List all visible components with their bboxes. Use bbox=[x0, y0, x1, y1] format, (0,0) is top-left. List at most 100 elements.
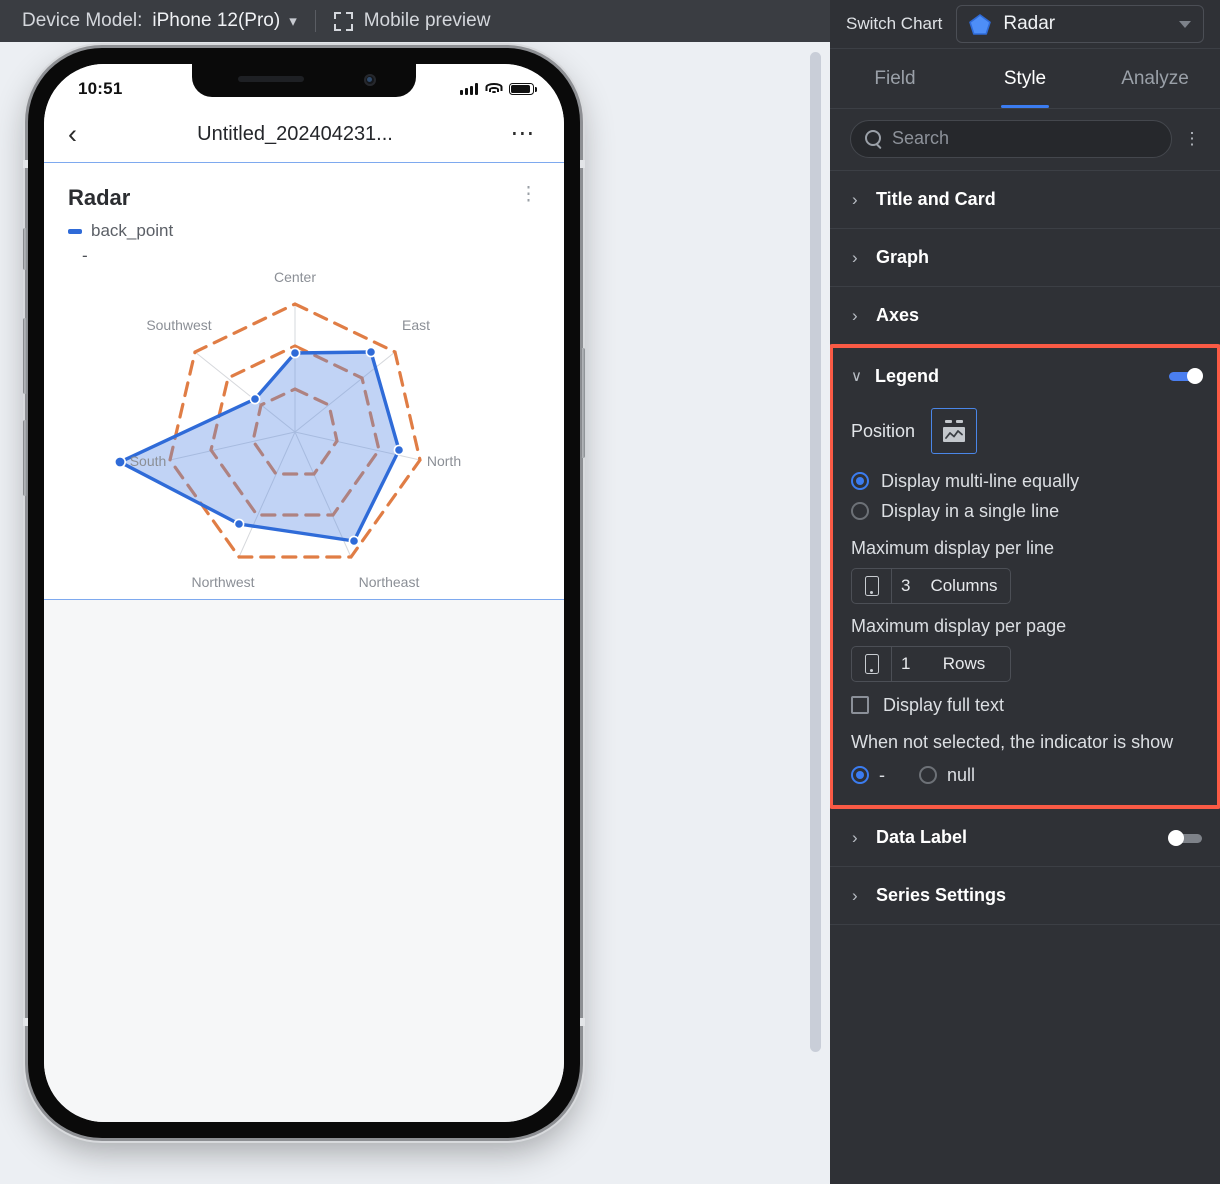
device-toolbar: Device Model: iPhone 12(Pro) ▾ Mobile pr… bbox=[0, 0, 830, 42]
columns-value[interactable]: 3 bbox=[892, 576, 926, 596]
section-label: Axes bbox=[876, 305, 920, 325]
toolbar-divider bbox=[314, 10, 316, 32]
chart-type-select[interactable]: Radar bbox=[956, 5, 1204, 43]
columns-unit: Columns bbox=[930, 576, 998, 595]
search-icon bbox=[865, 130, 882, 147]
settings-panel: Switch Chart Radar Field Style Analyze S… bbox=[830, 0, 1220, 1184]
mobile-preview-label[interactable]: Mobile preview bbox=[364, 10, 491, 32]
cellular-signal-icon bbox=[460, 83, 478, 95]
tab-field[interactable]: Field bbox=[830, 49, 960, 108]
svg-text:Northwest: Northwest bbox=[191, 574, 254, 590]
back-chevron-icon[interactable]: ‹ bbox=[68, 120, 94, 148]
chevron-down-icon: ∨ bbox=[851, 368, 862, 385]
chevron-down-icon[interactable]: ▾ bbox=[289, 14, 297, 29]
mobile-preview-pane: Device Model: iPhone 12(Pro) ▾ Mobile pr… bbox=[0, 0, 830, 1184]
chevron-right-icon: › bbox=[852, 305, 858, 325]
section-axes[interactable]: › Axes bbox=[830, 287, 1220, 345]
svg-text:Center: Center bbox=[274, 269, 316, 285]
display-full-text-checkbox[interactable] bbox=[851, 696, 869, 714]
antenna-band bbox=[580, 160, 585, 168]
section-label: Data Label bbox=[876, 827, 968, 847]
mobile-preview-icon bbox=[333, 11, 353, 31]
svg-text:Southwest: Southwest bbox=[146, 317, 211, 333]
switch-chart-label: Switch Chart bbox=[846, 14, 943, 33]
svg-text:North: North bbox=[427, 453, 461, 469]
legend-section-body: Position Display multi-line equally Disp… bbox=[833, 404, 1217, 805]
antenna-band bbox=[580, 1018, 585, 1026]
section-label: Legend bbox=[875, 365, 940, 386]
search-row: Search ⋮ bbox=[830, 109, 1220, 171]
scrollbar-thumb[interactable] bbox=[810, 52, 821, 1052]
card-header: Radar ⋮ bbox=[44, 163, 564, 211]
chevron-right-icon: › bbox=[852, 189, 858, 209]
legend-marker-icon bbox=[68, 228, 82, 234]
section-series-settings[interactable]: › Series Settings bbox=[830, 867, 1220, 925]
settings-tabs: Field Style Analyze bbox=[830, 49, 1220, 109]
max-per-page-label: Maximum display per page bbox=[851, 616, 1067, 636]
columns-stepper[interactable]: 3 Columns bbox=[851, 568, 1011, 604]
report-body: Radar ⋮ back_point - Center East North N… bbox=[44, 162, 564, 1122]
phone-frame: 10:51 ‹ Untitled_202404231... ⋯ Radar ⋮ … bbox=[23, 48, 585, 1138]
radio-button-selected[interactable] bbox=[851, 472, 869, 490]
device-model-label: Device Model: bbox=[22, 10, 143, 31]
radar-series-area bbox=[118, 350, 401, 543]
section-title-and-card[interactable]: › Title and Card bbox=[830, 171, 1220, 229]
power-button bbox=[581, 348, 585, 458]
data-label-toggle[interactable] bbox=[1168, 829, 1202, 846]
section-data-label[interactable]: › Data Label bbox=[830, 809, 1220, 867]
radar-chart-card[interactable]: Radar ⋮ back_point - Center East North N… bbox=[44, 162, 564, 600]
toggle-knob bbox=[1168, 829, 1184, 846]
max-per-line-label: Maximum display per line bbox=[851, 538, 1055, 558]
display-full-text-row[interactable]: Display full text bbox=[851, 688, 1201, 722]
preview-scrollbar[interactable] bbox=[810, 52, 821, 1127]
radio-dash-selected[interactable] bbox=[851, 766, 869, 784]
status-indicators bbox=[460, 83, 537, 95]
legend-series-label: back_point bbox=[91, 221, 174, 240]
mobile-device-icon bbox=[852, 647, 892, 681]
phone-screen: 10:51 ‹ Untitled_202404231... ⋯ Radar ⋮ … bbox=[44, 64, 564, 1122]
app-root: Device Model: iPhone 12(Pro) ▾ Mobile pr… bbox=[0, 0, 1220, 1184]
status-time: 10:51 bbox=[78, 79, 123, 98]
radio-button[interactable] bbox=[851, 502, 869, 520]
section-graph[interactable]: › Graph bbox=[830, 229, 1220, 287]
radar-plot: Center East North Northeast Northwest So… bbox=[44, 264, 564, 594]
radio-null-label: null bbox=[947, 764, 976, 785]
svg-text:Northeast: Northeast bbox=[359, 574, 420, 590]
legend-top-position-icon[interactable] bbox=[931, 408, 978, 454]
more-vertical-icon[interactable]: ⋮ bbox=[519, 185, 538, 204]
radio-label: Display in a single line bbox=[881, 500, 1060, 521]
svg-text:South: South bbox=[130, 453, 167, 469]
section-label: Title and Card bbox=[876, 189, 996, 209]
more-horizontal-icon[interactable]: ⋯ bbox=[496, 122, 536, 145]
antenna-band bbox=[23, 1018, 28, 1026]
volume-down-button bbox=[23, 420, 27, 496]
antenna-band bbox=[23, 160, 28, 168]
rows-value[interactable]: 1 bbox=[892, 654, 926, 674]
earpiece-speaker bbox=[238, 76, 304, 82]
page-title: Untitled_202404231... bbox=[197, 122, 393, 145]
chevron-right-icon: › bbox=[852, 885, 858, 905]
radar-svg: Center East North Northeast Northwest So… bbox=[114, 269, 461, 590]
more-vertical-icon[interactable]: ⋮ bbox=[1178, 130, 1206, 146]
caret-down-icon[interactable] bbox=[1179, 20, 1191, 28]
tab-style[interactable]: Style bbox=[960, 49, 1090, 108]
tab-analyze[interactable]: Analyze bbox=[1090, 49, 1220, 108]
radio-display-single-line[interactable]: Display in a single line bbox=[851, 496, 1201, 526]
chart-legend[interactable]: back_point bbox=[44, 211, 564, 241]
legend-section-header[interactable]: ∨ Legend bbox=[833, 348, 1217, 404]
switch-chart-row: Switch Chart Radar bbox=[830, 0, 1220, 49]
radio-null[interactable] bbox=[919, 766, 937, 784]
search-input[interactable]: Search bbox=[850, 119, 1172, 158]
legend-toggle[interactable] bbox=[1169, 368, 1203, 384]
radar-pentagon-icon bbox=[969, 13, 992, 35]
chevron-right-icon: › bbox=[852, 247, 858, 267]
svg-text:East: East bbox=[402, 317, 430, 333]
search-placeholder: Search bbox=[892, 128, 950, 148]
not-selected-indicator-radios: - null bbox=[851, 761, 1201, 789]
radio-display-multiline[interactable]: Display multi-line equally bbox=[851, 466, 1201, 496]
device-model-value[interactable]: iPhone 12(Pro) bbox=[152, 10, 280, 32]
phone-notch bbox=[192, 64, 416, 97]
silent-switch-button bbox=[23, 228, 27, 270]
section-label: Series Settings bbox=[876, 885, 1007, 905]
rows-stepper[interactable]: 1 Rows bbox=[851, 646, 1011, 682]
